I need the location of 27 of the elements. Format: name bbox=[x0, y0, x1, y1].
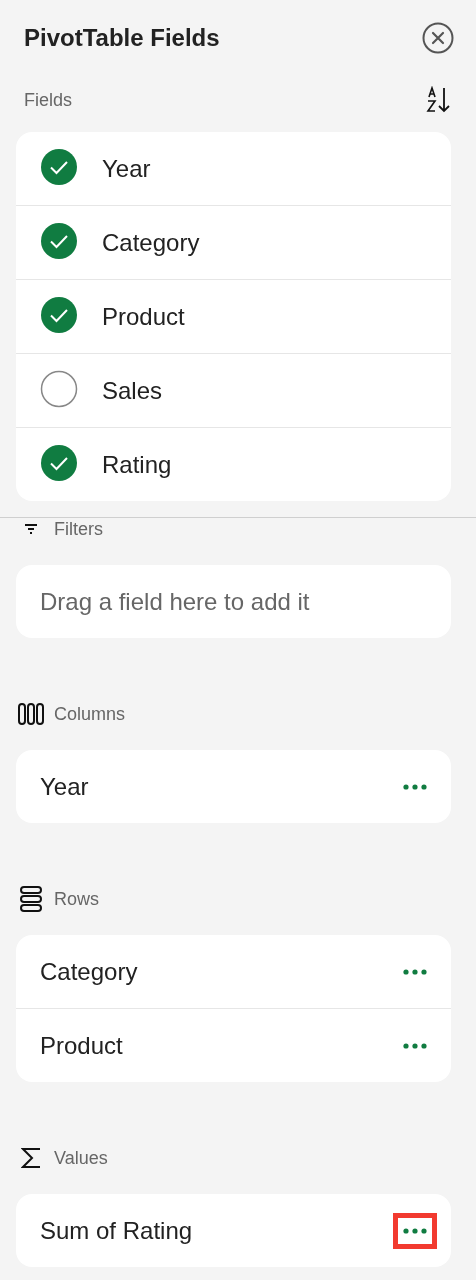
more-icon bbox=[403, 1042, 427, 1049]
field-name: Sales bbox=[102, 376, 163, 405]
filter-icon bbox=[24, 523, 38, 535]
section-label: Values bbox=[54, 1147, 108, 1169]
columns-icon bbox=[18, 703, 44, 725]
field-name: Category bbox=[40, 957, 138, 986]
field-name: Sum of Rating bbox=[40, 1216, 193, 1245]
rows-icon bbox=[20, 886, 42, 912]
field-name: Product bbox=[102, 302, 185, 331]
panel-title: PivotTable Fields bbox=[24, 24, 220, 52]
field-name: Year bbox=[102, 154, 151, 183]
drop-field[interactable]: Drag a field here to add it bbox=[16, 565, 451, 638]
sum-icon bbox=[21, 1147, 41, 1169]
more-icon bbox=[403, 783, 427, 790]
section-label: Columns bbox=[54, 703, 126, 725]
more-icon bbox=[403, 968, 427, 975]
field-name: Rating bbox=[102, 450, 172, 479]
field-name: Category bbox=[102, 228, 200, 257]
close-icon[interactable] bbox=[422, 22, 454, 54]
more-button[interactable] bbox=[393, 1212, 437, 1249]
field-name: Year bbox=[40, 772, 89, 801]
section-label: Fields bbox=[24, 89, 72, 111]
section-label: Filters bbox=[54, 518, 103, 540]
section-label: Rows bbox=[54, 888, 99, 910]
more-icon bbox=[403, 1227, 427, 1234]
field-name: Product bbox=[40, 1031, 123, 1060]
sort-icon[interactable] bbox=[426, 86, 450, 114]
